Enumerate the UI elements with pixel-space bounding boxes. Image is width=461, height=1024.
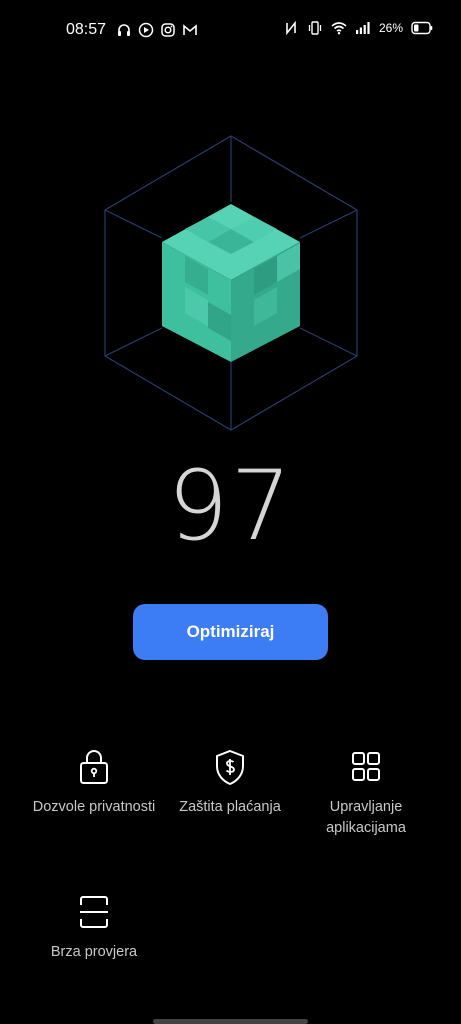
instagram-icon: [161, 23, 175, 37]
lock-icon: [80, 750, 108, 784]
feature-label: Brza provjera: [50, 944, 138, 960]
wifi-icon: [331, 22, 347, 35]
security-score: 97: [167, 450, 294, 562]
optimize-button[interactable]: Optimiziraj: [133, 604, 328, 660]
feature-label: Upravljanje aplikacijama: [326, 799, 406, 836]
signal-icon: [355, 22, 370, 34]
feature-label: Dozvole privatnosti: [32, 799, 156, 815]
feature-payment-protection[interactable]: Zaštita plaćanja: [155, 748, 305, 818]
battery-icon: [411, 21, 433, 35]
vibrate-icon: [308, 21, 322, 35]
nfc-icon: [286, 20, 296, 36]
gmail-icon: [183, 24, 197, 35]
app-grid-icon: [352, 752, 380, 781]
shield-dollar-icon: [216, 749, 244, 786]
security-cube-graphic: [104, 135, 358, 431]
feature-quick-check[interactable]: Brza provjera: [19, 893, 169, 963]
status-bar: 08:57 26%: [0, 0, 461, 60]
scan-icon: [80, 896, 108, 928]
feature-app-management[interactable]: Upravljanje aplikacijama: [291, 748, 441, 839]
play-icon: [138, 22, 154, 38]
feature-privacy-permissions[interactable]: Dozvole privatnosti: [19, 748, 169, 818]
system-icons: 26%: [283, 20, 433, 36]
feature-label: Zaštita plaćanja: [179, 799, 281, 815]
battery-percent: 26%: [378, 21, 403, 35]
home-indicator[interactable]: [153, 1019, 308, 1024]
notification-icons: [116, 22, 198, 38]
headphones-icon: [118, 24, 130, 36]
status-time: 08:57: [66, 21, 107, 38]
